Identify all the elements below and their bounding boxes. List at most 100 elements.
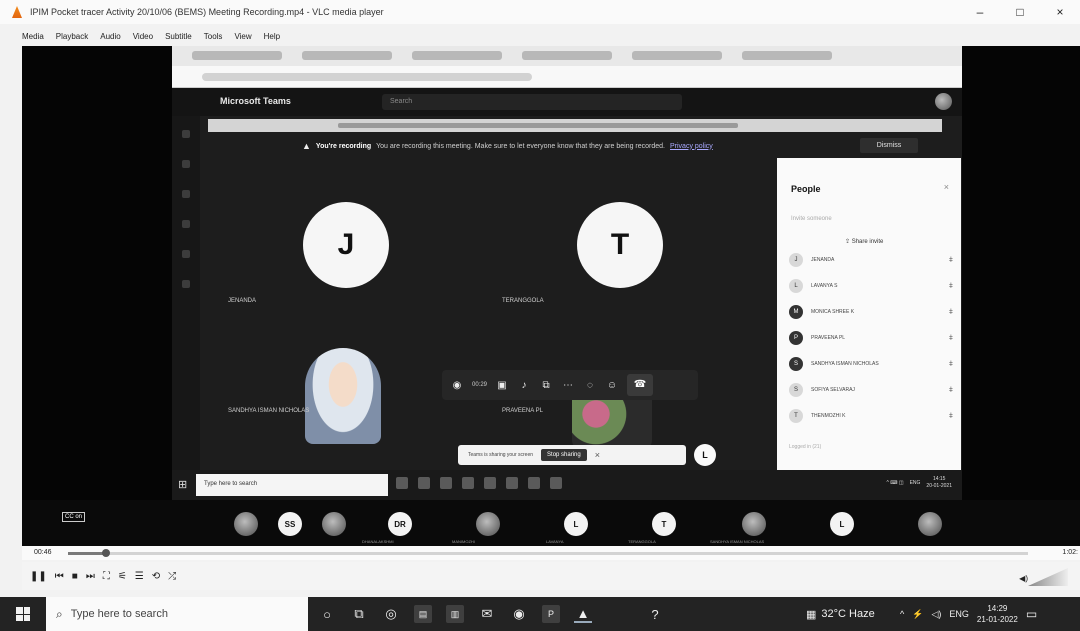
tile-name-praveena: PRAVEENA PL	[502, 408, 543, 414]
network-icon[interactable]: ⚡	[912, 609, 923, 620]
participant-chip: SS	[278, 512, 302, 536]
people-title: People	[791, 184, 821, 194]
taskbar-clock[interactable]: 14:29 21-01-2022	[977, 603, 1018, 625]
taskbar-search[interactable]: ⌕ Type here to search	[46, 597, 308, 631]
video-area[interactable]: Microsoft Teams Search ▲ You're recordin…	[22, 46, 1080, 546]
weather-text: 32°C Haze	[821, 608, 875, 620]
menu-playback[interactable]: Playback	[56, 32, 88, 41]
recorded-taskbar: ⊞ Type here to search ^ ⌨ ◫ ENG 14:15 20…	[172, 470, 962, 500]
tile-avatar-j: J	[303, 202, 389, 288]
stop-icon[interactable]: ■	[72, 571, 78, 582]
notification-icon[interactable]: ▭	[1026, 607, 1037, 621]
store-icon[interactable]: ▥	[446, 605, 464, 623]
next-icon[interactable]: ⏭	[86, 571, 95, 582]
weather-widget[interactable]: ▦ 32°C Haze	[806, 597, 875, 631]
fullscreen-icon[interactable]: ⛶	[103, 571, 110, 582]
people-panel: People × Invite someone ⇪ Share invite J…	[777, 158, 961, 476]
previous-icon[interactable]: ⏮	[55, 571, 64, 582]
chat-icon: ◌	[587, 379, 593, 391]
recorded-time: 14:15	[932, 476, 946, 482]
screen: IPIM Pocket tracer Activity 20/10/06 (BE…	[0, 0, 1080, 631]
playlist-icon[interactable]: ☰	[135, 571, 144, 582]
seek-handle[interactable]	[102, 549, 111, 557]
share-icon: ⇪	[845, 239, 852, 245]
stop-sharing-button: Stop sharing	[541, 449, 587, 461]
address-url	[202, 73, 532, 81]
participant-strip: CC on SS DR DHANALAKSHMI MANIMOZHI L LAV…	[22, 500, 1080, 546]
hangup-button: ☎	[627, 374, 654, 396]
privacy-policy-link: Privacy policy	[670, 142, 713, 150]
powerpoint-icon[interactable]: P	[542, 605, 560, 623]
mail-icon[interactable]: ✉	[478, 605, 496, 623]
pause-icon[interactable]: ❚❚	[30, 571, 47, 582]
mic-icon: ǂ	[948, 412, 953, 420]
volume-slider[interactable]	[1028, 568, 1068, 586]
start-button[interactable]	[0, 597, 46, 631]
participant-chip: T	[652, 512, 676, 536]
recording-body: You are recording this meeting. Make sur…	[376, 142, 665, 150]
volume-icon[interactable]: ◀)	[1019, 574, 1028, 583]
store-icon	[462, 477, 474, 489]
shuffle-icon[interactable]: ⤮	[168, 571, 176, 582]
speaker-icon[interactable]: ◁)	[931, 609, 941, 620]
maximize-button[interactable]: □	[1000, 5, 1040, 19]
rail-teams-icon	[182, 190, 190, 198]
participant-row: P PRAVEENA PL ǂ	[789, 328, 953, 348]
cortana-icon[interactable]: ○	[318, 605, 336, 623]
menu-media[interactable]: Media	[22, 32, 44, 41]
windows-logo-icon: ⊞	[178, 479, 188, 491]
elapsed-time: 00:46	[34, 549, 52, 556]
explorer-icon	[440, 477, 452, 489]
participant-name: THENMOZHI K	[811, 413, 846, 419]
loop-icon[interactable]: ⟲	[152, 571, 160, 582]
participant-caption: LAVANYA	[546, 539, 564, 544]
tile-name-sandhya: SANDHYA ISMAN NICHOLAS	[228, 408, 310, 414]
participant-caption: TERANGGOLA	[628, 539, 656, 544]
participant-name: LAVANYA S	[811, 283, 838, 289]
teams-search-input: Search	[382, 94, 682, 110]
menu-audio[interactable]: Audio	[100, 32, 120, 41]
recorded-search-box: Type here to search	[196, 474, 388, 496]
minimize-button[interactable]: –	[960, 5, 1000, 19]
participant-avatar: P	[789, 331, 803, 345]
participant-avatar: L	[789, 279, 803, 293]
participant-chip	[918, 512, 942, 536]
vlc-taskbar-icon[interactable]: ▲	[574, 605, 592, 623]
seek-bar[interactable]: 00:46 1:02:	[22, 546, 1080, 560]
language-indicator[interactable]: ENG	[949, 609, 969, 619]
menu-video[interactable]: Video	[133, 32, 153, 41]
menu-view[interactable]: View	[234, 32, 251, 41]
seek-track[interactable]	[68, 549, 1028, 557]
participant-caption: MANIMOZHI	[452, 539, 475, 544]
tile-profile-image	[305, 348, 381, 444]
menu-tools[interactable]: Tools	[204, 32, 223, 41]
windows-taskbar: ⌕ Type here to search ○ ⧉ ◎ ▤ ▥ ✉ ◉ P ▲ …	[0, 597, 1080, 631]
total-duration: 1:02:	[1062, 549, 1078, 556]
mic-icon: ǂ	[948, 308, 953, 316]
search-icon: ⌕	[56, 606, 63, 621]
chrome-icon[interactable]: ◉	[510, 605, 528, 623]
taskbar-search-placeholder: Type here to search	[70, 608, 168, 620]
tile-name-teranggola: TERANGGOLA	[502, 298, 544, 304]
task-view-icon[interactable]: ⧉	[350, 605, 368, 623]
participant-row: S SOFIYA SELVARAJ ǂ	[789, 380, 953, 400]
file-explorer-icon[interactable]: ▤	[414, 605, 432, 623]
participant-avatar: M	[789, 305, 803, 319]
recorded-date: 20-01-2021	[926, 483, 952, 489]
share-invite-button: ⇪ Share invite	[845, 238, 883, 245]
edge-icon[interactable]: ◎	[382, 605, 400, 623]
seek-progress	[68, 552, 107, 555]
close-button[interactable]: ×	[1040, 5, 1080, 19]
menu-help[interactable]: Help	[264, 32, 280, 41]
mic-icon: ǂ	[948, 386, 953, 394]
show-hidden-icons-icon[interactable]: ^	[900, 609, 904, 619]
extended-settings-icon[interactable]: ⚟	[118, 571, 127, 582]
invite-input: Invite someone	[791, 216, 832, 222]
help-icon[interactable]: ?	[646, 605, 664, 623]
warning-icon: ▲	[302, 141, 311, 151]
browser-tab	[632, 51, 722, 60]
participant-name: MONICA SHREE K	[811, 309, 855, 315]
menu-subtitle[interactable]: Subtitle	[165, 32, 192, 41]
teams-app-rail	[172, 116, 200, 528]
call-controls: ◉ 00:29 ▣ ♪ ⧉ ⋯ ◌ ☺ ☎	[442, 370, 698, 400]
